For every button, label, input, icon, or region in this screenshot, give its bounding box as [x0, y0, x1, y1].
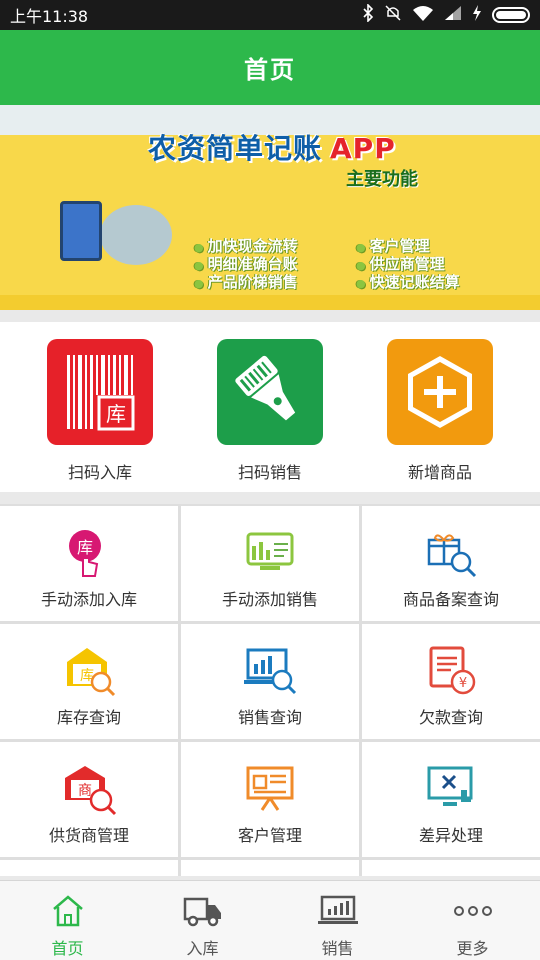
status-time: 上午11:38 [10, 7, 89, 26]
supplier-icon: 商 [61, 760, 117, 816]
tab-label: 首页 [51, 939, 84, 958]
grid-customer[interactable]: 客户管理 [181, 742, 359, 857]
sales-query-icon [242, 642, 298, 698]
page-title: 首页 [244, 56, 296, 84]
wifi-icon [412, 5, 434, 25]
tab-label: 销售 [321, 939, 354, 958]
signal-icon [444, 5, 462, 25]
grid-sales-query[interactable]: 销售查询 [181, 624, 359, 739]
scanner-icon [217, 339, 323, 445]
svg-text:库: 库 [106, 402, 126, 426]
globe-illustration [100, 205, 172, 265]
product-record-icon [423, 524, 479, 580]
tab-sales[interactable]: 销售 [270, 881, 405, 960]
battery-icon [492, 7, 530, 23]
difference-icon [423, 760, 479, 816]
grid-partial-cell [181, 860, 359, 876]
manual-inbound-icon: 库 [61, 524, 117, 580]
customer-icon [242, 760, 298, 816]
grid-label: 欠款查询 [418, 708, 483, 727]
grid-partial-cell [0, 860, 178, 876]
manual-sale-icon [242, 524, 298, 580]
tablet-illustration [60, 201, 102, 261]
tab-label: 更多 [456, 939, 489, 958]
add-product-label: 新增商品 [407, 463, 472, 482]
grid-difference[interactable]: 差异处理 [362, 742, 540, 857]
app-header: 首页 [0, 30, 540, 105]
tab-home[interactable]: 首页 [0, 881, 135, 960]
bottom-tab-bar: 首页 入库 销售 更多 [0, 880, 540, 960]
tab-label: 入库 [186, 939, 219, 958]
grid-partial-cell [362, 860, 540, 876]
grid-label: 手动添加入库 [40, 590, 137, 609]
banner-feature: 产品阶梯销售 [194, 271, 298, 292]
add-product-button[interactable]: 新增商品 [380, 339, 500, 483]
scan-sale-label: 扫码销售 [237, 463, 302, 482]
grid-manual-inbound[interactable]: 库 手动添加入库 [0, 506, 178, 621]
tab-more[interactable]: 更多 [405, 881, 540, 960]
grid-label: 供货商管理 [48, 826, 129, 845]
grid-label: 差异处理 [418, 826, 483, 845]
debt-query-icon: ¥ [423, 642, 479, 698]
truck-icon [183, 893, 223, 929]
bluetooth-icon [362, 3, 374, 26]
scan-inbound-button[interactable]: 库 扫码入库 [40, 339, 160, 483]
promo-banner[interactable]: 农资简单记账APP 主要功能 加快现金流转 明细准确台账 产品阶梯销售 客户管理… [0, 105, 540, 310]
more-icon [453, 893, 493, 929]
scan-sale-button[interactable]: 扫码销售 [210, 339, 330, 483]
barcode-inbound-icon: 库 [47, 339, 153, 445]
banner-headline: 农资简单记账 APP [148, 132, 396, 165]
charging-icon [472, 5, 482, 25]
svg-text:¥: ¥ [459, 676, 467, 691]
banner-subtitle: 主要功能 [346, 169, 418, 190]
function-grid: 库 手动添加入库 手动添加销售 商品备案查询 库 库存查询 销售查询 ¥ 欠款查… [0, 504, 540, 876]
grid-label: 手动添加销售 [221, 590, 318, 609]
tab-inbound[interactable]: 入库 [135, 881, 270, 960]
grid-manual-sale[interactable]: 手动添加销售 [181, 506, 359, 621]
grid-label: 商品备案查询 [402, 590, 499, 609]
add-product-icon [387, 339, 493, 445]
svg-text:商: 商 [78, 783, 92, 799]
grid-debt-query[interactable]: ¥ 欠款查询 [362, 624, 540, 739]
grid-supplier[interactable]: 商 供货商管理 [0, 742, 178, 857]
mute-icon [384, 4, 402, 26]
home-icon [48, 893, 88, 929]
svg-text:库: 库 [77, 538, 93, 557]
quick-actions: 库 扫码入库 扫码销售 新增商品 [0, 322, 540, 492]
grid-label: 客户管理 [237, 826, 302, 845]
banner-feature: 快速记账结算 [356, 271, 460, 292]
status-bar: 上午11:38 [0, 0, 540, 30]
grid-product-record[interactable]: 商品备案查询 [362, 506, 540, 621]
grid-label: 库存查询 [56, 708, 121, 727]
grid-label: 销售查询 [237, 708, 302, 727]
scan-inbound-label: 扫码入库 [67, 463, 132, 482]
sales-chart-icon [317, 893, 358, 929]
grid-inventory-query[interactable]: 库 库存查询 [0, 624, 178, 739]
inventory-query-icon: 库 [61, 642, 117, 698]
